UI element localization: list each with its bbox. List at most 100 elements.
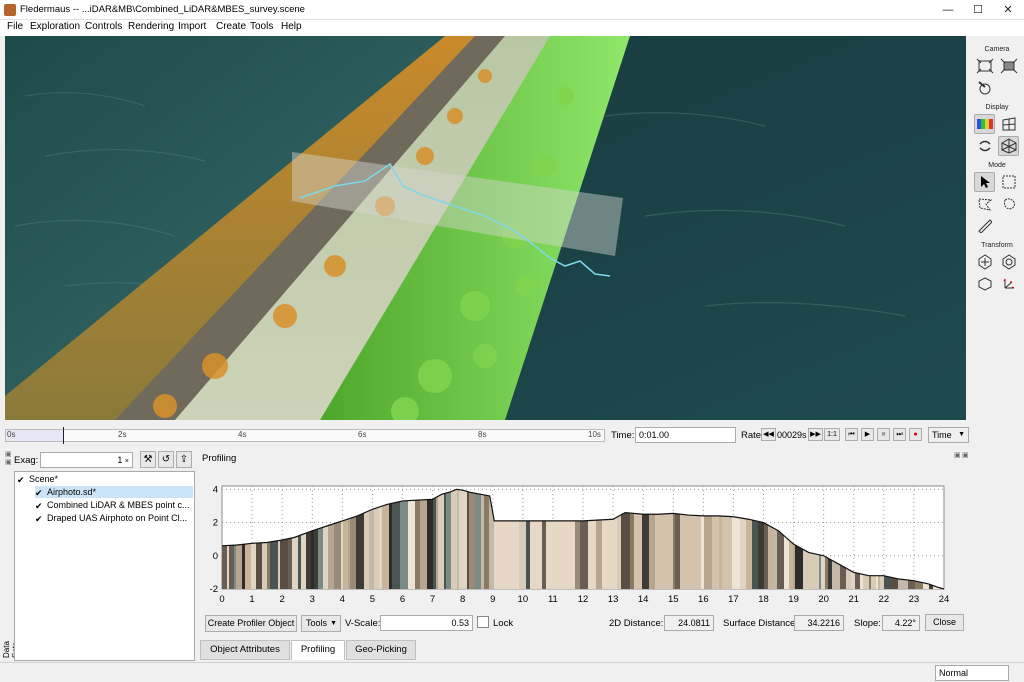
panel-float-icon[interactable]: ▣ [5, 450, 12, 458]
profile-texture-strip [424, 489, 427, 589]
checkbox[interactable]: ✔ [35, 515, 44, 524]
lasso-select-icon[interactable] [998, 194, 1019, 214]
panel-close-icon[interactable]: ▣ [962, 451, 969, 459]
data-sets-label[interactable]: Data Sets [2, 638, 20, 658]
y-tick-label: 0 [213, 551, 218, 562]
maximize-button[interactable]: ☐ [964, 2, 992, 18]
camera-orbit-icon[interactable] [974, 56, 995, 76]
x-tick-label: 14 [638, 594, 649, 605]
record-button[interactable]: ● [909, 428, 922, 441]
menu-import[interactable]: Import [178, 21, 206, 32]
scale-icon[interactable] [974, 274, 995, 294]
timeline-tick: 10s [588, 430, 601, 439]
create-profiler-object-button[interactable]: Create Profiler Object [205, 615, 297, 632]
bounding-box-icon[interactable] [998, 136, 1019, 156]
tree-item-label: Draped UAS Airphoto on Point Cl... [47, 513, 188, 523]
panel-close-icon[interactable]: ▣ [5, 458, 12, 466]
tree-item-draped-uas[interactable]: ✔ Draped UAS Airphoto on Point Cl... [35, 512, 187, 524]
polygon-select-icon[interactable] [974, 194, 995, 214]
exag-value: 1 [117, 455, 123, 465]
lock-checkbox[interactable] [477, 616, 489, 628]
x-tick-label: 15 [668, 594, 679, 605]
axes-icon[interactable] [998, 274, 1019, 294]
tab-geo-picking[interactable]: Geo-Picking [346, 640, 416, 660]
menu-file[interactable]: File [7, 21, 23, 32]
camera-target-icon[interactable] [974, 78, 995, 98]
time-mode-select[interactable]: Time ▼ [928, 427, 969, 443]
profiling-title: Profiling [202, 453, 237, 464]
wireframe-icon[interactable] [998, 114, 1019, 134]
spinner-icon[interactable]: × [125, 458, 129, 465]
play-button[interactable]: ▶ [861, 428, 874, 441]
surface-distance-label: Surface Distance: [723, 618, 798, 629]
x-tick-label: 10 [518, 594, 529, 605]
profile-texture-strip [475, 489, 481, 589]
profile-chart[interactable]: 0 1 2 3 4 5 6 7 8 9 10 11 12 13 14 15 16 17 18 19 20 21 22 23 24… [197, 476, 971, 612]
timeline-track[interactable]: 0s 2s 4s 6s 8s 10s [5, 427, 605, 444]
tab-profiling[interactable]: Profiling [291, 640, 345, 660]
panel-float-icon[interactable]: ▣ [954, 451, 961, 459]
x-tick-label: 12 [578, 594, 589, 605]
rewind-button[interactable]: ◀◀ [761, 428, 776, 441]
x-tick-label: 2 [280, 594, 285, 605]
checkbox[interactable]: ✔ [35, 489, 44, 498]
menu-create[interactable]: Create [216, 21, 246, 32]
skip-end-button[interactable]: ⏭ [893, 428, 906, 441]
tree-item-combined-lidar[interactable]: ✔ Combined LiDAR & MBES point c... [35, 499, 190, 511]
y-tick-label: 4 [213, 484, 218, 495]
tree-item-airphoto[interactable]: ✔ Airphoto.sd* [35, 486, 193, 498]
fast-forward-button[interactable]: ▶▶ [808, 428, 823, 441]
timeline-tick: 6s [358, 430, 367, 439]
window-title: Fledermaus -- ...iDAR&MB\Combined_LiDAR&… [20, 4, 305, 15]
ratio-button[interactable]: 1:1 [824, 428, 840, 441]
profile-texture-strip [484, 489, 487, 589]
close-window-button[interactable]: ✕ [994, 2, 1022, 18]
exag-label: Exag: [14, 455, 39, 466]
menu-rendering[interactable]: Rendering [128, 21, 174, 32]
rotate-object-icon[interactable] [998, 252, 1019, 272]
camera-fly-icon[interactable] [998, 56, 1019, 76]
app-icon [4, 4, 16, 16]
stop-button[interactable]: ■ [877, 428, 890, 441]
timeline-cursor[interactable] [62, 427, 64, 444]
vscale-field[interactable]: 0.53 [380, 615, 473, 631]
pointer-icon[interactable] [974, 172, 995, 192]
ruler-icon[interactable] [974, 216, 995, 236]
x-tick-label: 17 [728, 594, 739, 605]
skip-start-button[interactable]: ⏮ [845, 428, 858, 441]
time-field[interactable]: 0:01.00 [635, 427, 736, 443]
minimize-button[interactable]: — [934, 2, 962, 18]
profile-texture-strip [436, 489, 438, 589]
tree-item-scene[interactable]: ✔ Scene* [17, 473, 58, 485]
hammer-icon[interactable]: ⚒ [140, 451, 156, 468]
3d-viewport[interactable] [5, 36, 966, 420]
x-tick-label: 13 [608, 594, 619, 605]
export-icon[interactable]: ⇪ [176, 451, 192, 468]
menu-exploration[interactable]: Exploration [30, 21, 80, 32]
profile-texture-strip [457, 489, 459, 589]
rotate-icon[interactable] [974, 136, 995, 156]
profile-texture-strip [420, 489, 424, 589]
profile-texture-strip [408, 489, 415, 589]
undo-icon[interactable]: ↺ [158, 451, 174, 468]
tab-object-attributes[interactable]: Object Attributes [200, 640, 290, 660]
checkbox[interactable]: ✔ [35, 502, 44, 511]
menu-help[interactable]: Help [281, 21, 302, 32]
tools-dropdown[interactable]: Tools ▼ [301, 615, 341, 632]
colormap-icon[interactable] [974, 114, 995, 134]
x-tick-label: 19 [788, 594, 799, 605]
exag-field[interactable]: 1 × [40, 452, 133, 468]
timeline-bar: 0s 2s 4s 6s 8s 10s Time: 0:01.00 Rate: ◀… [0, 426, 1024, 446]
transform-header: Transform [981, 242, 1013, 249]
x-tick-label: 21 [848, 594, 859, 605]
move-icon[interactable] [974, 252, 995, 272]
menu-controls[interactable]: Controls [85, 21, 122, 32]
menu-tools[interactable]: Tools [250, 21, 273, 32]
slope-label: Slope: [854, 618, 881, 629]
x-tick-label: 23 [909, 594, 920, 605]
rect-select-icon[interactable] [998, 172, 1019, 192]
x-tick-label: 4 [340, 594, 345, 605]
checkbox[interactable]: ✔ [17, 476, 26, 485]
close-button[interactable]: Close [925, 614, 964, 631]
x-tick-label: 22 [879, 594, 890, 605]
